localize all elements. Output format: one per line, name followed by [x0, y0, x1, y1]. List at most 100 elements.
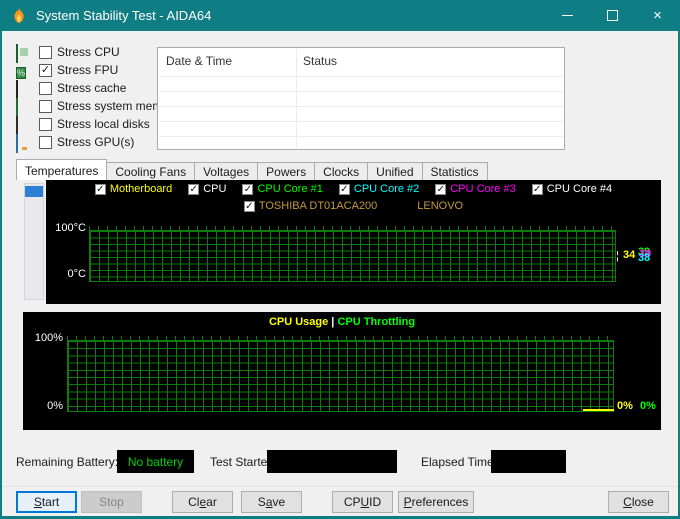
- tab-temperatures[interactable]: Temperatures: [16, 159, 108, 180]
- temperature-tick-mark: ¦: [616, 250, 619, 262]
- remaining-battery-label: Remaining Battery:: [16, 455, 119, 469]
- temperature-value-motherboard: 34: [623, 249, 636, 261]
- save-button[interactable]: Save: [241, 491, 302, 513]
- stress-cache-label: Stress cache: [57, 81, 127, 95]
- temperature-grid: [89, 230, 616, 282]
- legend-cpu-checkbox[interactable]: ✓: [188, 183, 200, 195]
- system-stability-test-window: System Stability Test - AIDA64 × Stress …: [0, 0, 680, 519]
- stress-cache-row[interactable]: Stress cache: [16, 79, 127, 99]
- legend-cpu-core-1-checkbox[interactable]: ✓: [242, 183, 254, 195]
- tab-powers[interactable]: Powers: [257, 162, 316, 180]
- legend-cpu-core-1[interactable]: ✓ CPU Core #1: [242, 183, 323, 195]
- temperature-axis-max: 100°C: [55, 222, 86, 234]
- legend-cpu-core-4[interactable]: ✓ CPU Core #4: [531, 183, 612, 195]
- graph-tabs: Temperatures Cooling Fans Voltages Power…: [16, 159, 488, 180]
- disk-icon: [16, 115, 33, 135]
- cpu-usage-trace: [583, 409, 614, 411]
- maximize-button[interactable]: [590, 0, 635, 31]
- maximize-icon: [607, 10, 618, 21]
- graph-scrollbar-thumb[interactable]: [25, 186, 43, 197]
- stress-cpu-row[interactable]: Stress CPU: [16, 43, 120, 63]
- tab-voltages[interactable]: Voltages: [194, 162, 259, 180]
- fpu-icon: %: [16, 66, 27, 79]
- close-dialog-button[interactable]: Close: [608, 491, 669, 513]
- cpu-throttling-value: 0%: [640, 400, 656, 412]
- tab-statistics[interactable]: Statistics: [421, 162, 488, 180]
- usage-grid: [67, 340, 614, 412]
- cache-icon: [16, 79, 33, 99]
- close-button[interactable]: ×: [635, 0, 678, 31]
- start-button[interactable]: Start: [16, 491, 77, 513]
- temperature-graph-panel: ✓ Motherboard ✓ CPU ✓ CPU Core #1 ✓ CPU Core…: [46, 180, 661, 304]
- minimize-button[interactable]: [545, 0, 590, 31]
- stress-fpu-row[interactable]: % ✓ Stress FPU: [16, 62, 119, 79]
- log-table-header: Date & Time Status: [158, 48, 564, 74]
- log-column-status: Status: [303, 54, 338, 68]
- usage-title-separator: |: [331, 316, 335, 328]
- stress-cpu-label: Stress CPU: [57, 45, 120, 59]
- preferences-button[interactable]: Preferences: [398, 491, 474, 513]
- legend-cpu-core-4-checkbox[interactable]: ✓: [531, 183, 543, 195]
- legend-lenovo[interactable]: LENOVO: [417, 200, 463, 212]
- remaining-battery-value: No battery: [117, 450, 194, 473]
- legend-cpu[interactable]: ✓ CPU: [188, 183, 226, 195]
- legend-cpu-core-2-checkbox[interactable]: ✓: [338, 183, 350, 195]
- cpu-icon: [16, 43, 33, 63]
- graph-scrollbar[interactable]: [24, 183, 44, 300]
- usage-axis-max: 100%: [34, 332, 63, 344]
- aida64-flame-icon: [14, 7, 24, 23]
- clear-button[interactable]: Clear: [172, 491, 233, 513]
- stress-gpu-row[interactable]: Stress GPU(s): [16, 133, 135, 153]
- stress-disks-label: Stress local disks: [57, 117, 150, 131]
- minimize-icon: [562, 15, 573, 16]
- event-log-table[interactable]: Date & Time Status: [157, 47, 565, 150]
- table-row: [159, 136, 563, 137]
- tab-unified[interactable]: Unified: [367, 162, 423, 180]
- stress-memory-checkbox[interactable]: [39, 99, 52, 113]
- cpu-usage-label: CPU Usage: [268, 316, 329, 328]
- legend-toshiba-disk[interactable]: ✓ TOSHIBA DT01ACA200: [243, 200, 377, 212]
- legend-motherboard[interactable]: ✓ Motherboard: [94, 183, 172, 195]
- tab-cooling-fans[interactable]: Cooling Fans: [106, 162, 196, 180]
- legend-motherboard-checkbox[interactable]: ✓: [94, 183, 106, 195]
- memory-icon: [16, 97, 33, 117]
- stop-button[interactable]: Stop: [81, 491, 142, 513]
- elapsed-time-value: [491, 450, 566, 473]
- legend-cpu-core-3-checkbox[interactable]: ✓: [435, 183, 447, 195]
- stress-disks-checkbox[interactable]: [39, 117, 52, 131]
- window-title: System Stability Test - AIDA64: [36, 8, 212, 23]
- legend-cpu-core-2[interactable]: ✓ CPU Core #2: [338, 183, 419, 195]
- temperature-legend-row-1: ✓ Motherboard ✓ CPU ✓ CPU Core #1 ✓ CPU Core…: [46, 183, 661, 195]
- stress-gpu-label: Stress GPU(s): [57, 135, 135, 149]
- close-icon: ×: [653, 7, 662, 24]
- temperature-legend-row-2: ✓ TOSHIBA DT01ACA200 LENOVO: [46, 200, 661, 212]
- legend-cpu-core-3[interactable]: ✓ CPU Core #3: [435, 183, 516, 195]
- temperature-value-core2: 38: [638, 252, 651, 264]
- cpu-usage-title: CPU Usage | CPU Throttling: [23, 316, 661, 328]
- log-column-datetime: Date & Time: [166, 54, 233, 68]
- legend-toshiba-checkbox[interactable]: ✓: [243, 200, 255, 212]
- test-started-value: [267, 450, 397, 473]
- stress-cpu-checkbox[interactable]: [39, 45, 52, 59]
- temperature-axis-min: 0°C: [67, 268, 86, 280]
- stress-disks-row[interactable]: Stress local disks: [16, 115, 150, 135]
- cpu-usage-graph-panel: CPU Usage | CPU Throttling 100% 0% 0% 0%: [23, 312, 661, 430]
- titlebar[interactable]: System Stability Test - AIDA64 ×: [2, 0, 678, 31]
- footer-divider: [2, 486, 678, 487]
- log-column-divider: [296, 49, 297, 148]
- cpu-usage-value: 0%: [617, 400, 633, 412]
- stress-memory-row[interactable]: Stress system memory: [16, 97, 179, 117]
- usage-axis-min: 0%: [47, 400, 63, 412]
- table-row: [159, 121, 563, 122]
- table-row: [159, 106, 563, 107]
- cpu-throttling-label: CPU Throttling: [337, 316, 416, 328]
- stress-fpu-label: Stress FPU: [57, 63, 119, 77]
- stress-fpu-checkbox[interactable]: ✓: [39, 63, 52, 77]
- stress-gpu-checkbox[interactable]: [39, 135, 52, 149]
- tab-clocks[interactable]: Clocks: [314, 162, 369, 180]
- gpu-icon: [16, 133, 33, 153]
- cpuid-button[interactable]: CPUID: [332, 491, 393, 513]
- stress-cache-checkbox[interactable]: [39, 81, 52, 95]
- elapsed-time-label: Elapsed Time:: [421, 455, 498, 469]
- table-row: [159, 91, 563, 92]
